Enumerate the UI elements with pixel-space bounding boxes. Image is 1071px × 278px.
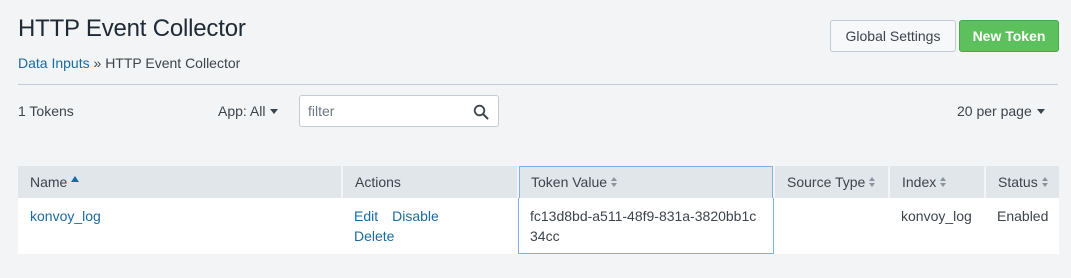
sort-icon (611, 177, 619, 188)
token-count: 1 Tokens (18, 103, 74, 119)
sort-icon (869, 177, 877, 188)
cell-status: Enabled (997, 208, 1049, 224)
app-filter-label: App: All (218, 103, 266, 119)
column-header-source-type[interactable]: Source Type (774, 166, 890, 198)
per-page-dropdown[interactable]: 20 per page (957, 103, 1045, 119)
sort-ascending-icon (71, 176, 80, 183)
global-settings-button[interactable]: Global Settings (830, 20, 956, 52)
new-token-button[interactable]: New Token (959, 20, 1059, 52)
header-divider (18, 84, 1058, 85)
sort-icon (940, 177, 948, 188)
table-row: konvoy_log Edit Disable Delete fc13d8bd-a… (18, 198, 1059, 254)
column-header-label: Source Type (787, 174, 866, 190)
sort-icon (1041, 177, 1050, 188)
token-name-link[interactable]: konvoy_log (30, 208, 101, 224)
breadcrumb: Data Inputs » HTTP Event Collector (18, 55, 240, 71)
cell-source-type (774, 198, 889, 254)
column-header-actions: Actions (342, 166, 519, 198)
cell-index: konvoy_log (901, 208, 972, 224)
column-header-label: Status (998, 174, 1038, 190)
edit-link[interactable]: Edit (354, 208, 378, 224)
caret-down-icon (1036, 108, 1045, 114)
caret-down-icon (270, 108, 279, 114)
breadcrumb-current: HTTP Event Collector (105, 55, 241, 71)
column-header-label: Name (30, 174, 68, 190)
cell-name: konvoy_log (18, 198, 342, 254)
breadcrumb-link-data-inputs[interactable]: Data Inputs (18, 55, 90, 71)
cell-token-value[interactable]: fc13d8bd-a511-48f9-831a-3820bb1c34cc (518, 198, 774, 254)
column-header-label: Index (902, 174, 937, 190)
column-header-token-value[interactable]: Token Value (518, 166, 775, 198)
page-title: HTTP Event Collector (18, 15, 246, 42)
column-header-name[interactable]: Name (18, 166, 343, 198)
column-header-label: Actions (355, 174, 401, 190)
cell-actions: Edit Disable Delete (342, 198, 518, 254)
app-filter-dropdown[interactable]: App: All (218, 103, 279, 119)
search-box[interactable] (299, 95, 499, 127)
tokens-table: Name Actions Token Value Source Type Ind… (18, 166, 1059, 254)
column-header-label: Token Value (531, 174, 608, 190)
column-header-index[interactable]: Index (889, 166, 986, 198)
delete-link[interactable]: Delete (354, 228, 394, 244)
breadcrumb-separator: » (89, 55, 106, 71)
search-input[interactable] (308, 102, 468, 120)
per-page-label: 20 per page (957, 103, 1032, 119)
column-header-status[interactable]: Status (985, 166, 1059, 198)
magnifier-icon[interactable] (473, 104, 489, 120)
table-header-row: Name Actions Token Value Source Type Ind… (18, 166, 1059, 198)
disable-link[interactable]: Disable (392, 208, 439, 224)
